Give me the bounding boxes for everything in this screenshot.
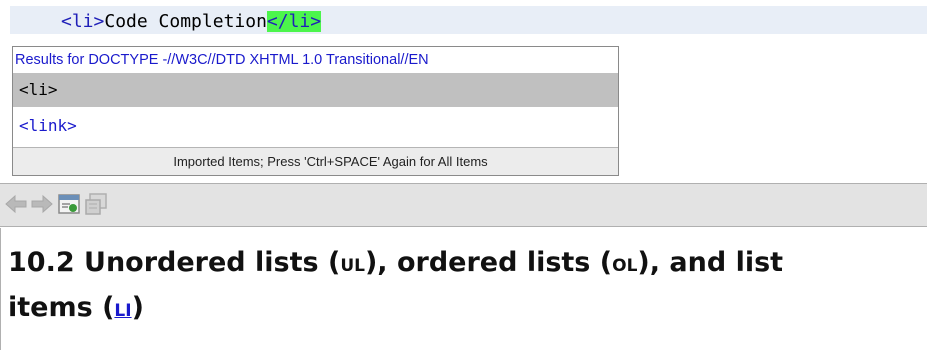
tag-content: Code Completion (104, 11, 267, 32)
section-heading: 10.2 Unordered lists (UL), ordered lists… (8, 242, 923, 332)
popup-footer-hint: Imported Items; Press 'Ctrl+SPACE' Again… (13, 147, 618, 175)
heading-text-3: ), and list (637, 247, 784, 278)
popup-header: Results for DOCTYPE -//W3C//DTD XHTML 1.… (15, 52, 429, 68)
forward-arrow-icon[interactable] (30, 192, 54, 216)
heading-text-1: 10.2 Unordered lists ( (8, 247, 341, 278)
code-text[interactable]: <li>Code Completion</li> (61, 11, 322, 32)
editor-line[interactable]: <li>Code Completion</li> (0, 0, 927, 38)
close-tag-highlighted: </li> (266, 11, 322, 32)
code-completion-popup: Results for DOCTYPE -//W3C//DTD XHTML 1.… (12, 46, 619, 176)
ol-element-name: OL (612, 256, 638, 276)
documentation-toolbar (0, 183, 927, 227)
heading-text-2: ), ordered lists ( (364, 247, 613, 278)
ul-element-name: UL (340, 256, 365, 276)
open-tag: <li> (61, 11, 105, 32)
heading-text-5: ) (131, 292, 144, 323)
back-arrow-icon[interactable] (4, 192, 28, 216)
pane-border (0, 228, 1, 350)
documentation-pane: 10.2 Unordered lists (UL), ordered lists… (0, 228, 927, 350)
li-element-link[interactable]: LI (114, 301, 131, 321)
open-in-browser-icon[interactable] (57, 192, 81, 216)
heading-text-4: items ( (8, 292, 115, 323)
completion-item-link[interactable]: <link> (13, 109, 618, 143)
completion-item-li[interactable]: <li> (13, 73, 618, 107)
show-source-icon[interactable] (84, 192, 108, 216)
